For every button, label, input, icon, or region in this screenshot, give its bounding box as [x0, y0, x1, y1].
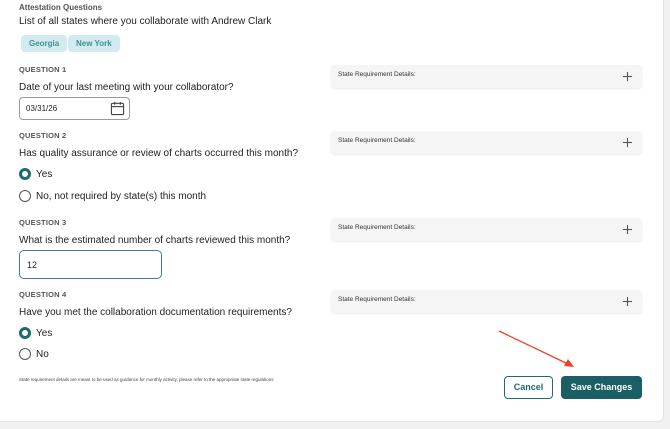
- plus-icon[interactable]: [622, 137, 633, 148]
- question-4-text: Have you met the collaboration documenta…: [19, 307, 292, 318]
- meeting-date-value: 03/31/26: [26, 104, 58, 113]
- question-2-label: QUESTION 2: [19, 131, 67, 140]
- state-requirement-panel-2[interactable]: State Requirement Details:: [331, 131, 642, 154]
- qa-no-radio[interactable]: [19, 190, 31, 202]
- question-3-label: QUESTION 3: [19, 218, 67, 227]
- save-changes-button[interactable]: Save Changes: [561, 376, 642, 399]
- qa-no-label: No, not required by state(s) this month: [36, 191, 207, 202]
- plus-icon[interactable]: [622, 296, 633, 307]
- red-arrow-icon: [498, 330, 574, 367]
- charts-reviewed-value: 12: [27, 260, 38, 270]
- state-requirement-label: State Requirement Details:: [338, 137, 416, 144]
- docs-yes-radio[interactable]: [19, 327, 31, 339]
- state-requirement-panel-3[interactable]: State Requirement Details:: [331, 218, 642, 241]
- guidance-footnote: State requirement details are meant to b…: [19, 377, 274, 382]
- plus-icon[interactable]: [622, 71, 633, 82]
- state-requirement-label: State Requirement Details:: [338, 296, 416, 303]
- question-1-text: Date of your last meeting with your coll…: [19, 82, 234, 93]
- state-requirement-label: State Requirement Details:: [338, 224, 416, 231]
- state-chip-georgia: Georgia: [21, 35, 68, 52]
- question-3-text: What is the estimated number of charts r…: [19, 235, 291, 246]
- question-1-label: QUESTION 1: [19, 65, 67, 74]
- docs-no-label: No: [36, 349, 49, 360]
- meeting-date-input[interactable]: 03/31/26: [19, 97, 130, 120]
- question-4-label: QUESTION 4: [19, 290, 67, 299]
- state-requirement-label: State Requirement Details:: [338, 71, 416, 78]
- qa-yes-radio[interactable]: [19, 168, 31, 180]
- state-requirement-panel-4[interactable]: State Requirement Details:: [331, 290, 642, 313]
- question-2-text: Has quality assurance or review of chart…: [19, 148, 299, 159]
- docs-yes-label: Yes: [36, 328, 53, 339]
- state-requirement-panel-1[interactable]: State Requirement Details:: [331, 65, 642, 88]
- plus-icon[interactable]: [622, 224, 633, 235]
- attestation-form: Attestation Questions List of all states…: [0, 0, 664, 422]
- qa-yes-label: Yes: [36, 169, 53, 180]
- states-intro: List of all states where you collaborate…: [19, 16, 272, 27]
- cancel-button[interactable]: Cancel: [504, 376, 553, 399]
- docs-no-radio[interactable]: [19, 348, 31, 360]
- section-title: Attestation Questions: [19, 3, 103, 12]
- charts-reviewed-input[interactable]: 12: [19, 250, 162, 279]
- calendar-icon[interactable]: [110, 101, 125, 116]
- state-chip-new-york: New York: [68, 35, 120, 52]
